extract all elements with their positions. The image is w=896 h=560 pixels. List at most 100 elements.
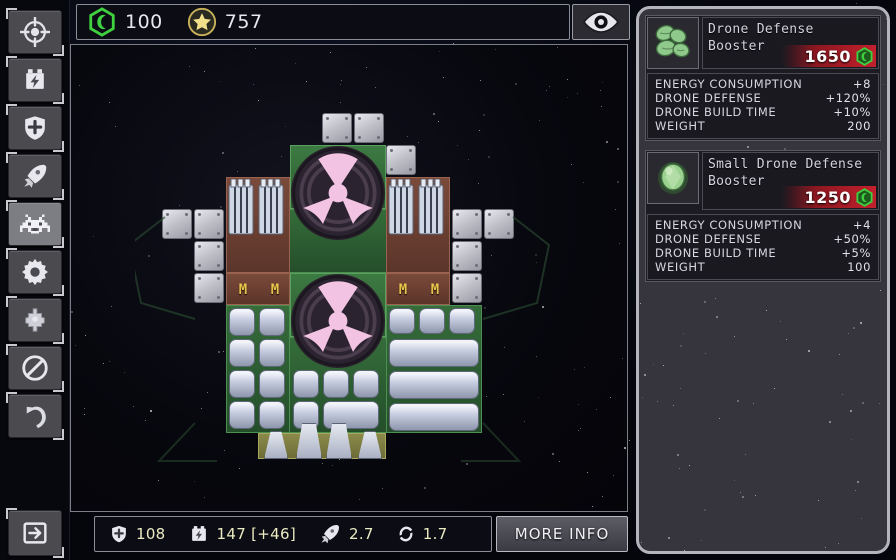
no-entry-icon — [22, 355, 48, 381]
sidebar-item-undo[interactable] — [6, 392, 64, 440]
ship-part-missile-bay[interactable]: M M — [226, 273, 290, 305]
sidebar-item-thrusters[interactable] — [6, 152, 64, 200]
ship-part-reactor[interactable] — [291, 274, 385, 368]
stat-label: WEIGHT — [655, 260, 706, 274]
space-invader-icon — [20, 214, 50, 234]
sidebar-item-drones[interactable] — [6, 200, 64, 248]
sidebar-item-remove[interactable] — [6, 344, 64, 392]
stat-row: WEIGHT 200 — [655, 119, 871, 133]
ship-part-fuel-tank[interactable] — [419, 308, 445, 334]
ship-part-fuel-tank[interactable] — [389, 308, 415, 334]
ship-design-viewport[interactable]: M M M M — [70, 44, 628, 512]
ship-part-fuel-tank[interactable] — [259, 401, 285, 429]
ship-part-armor-plate[interactable] — [194, 241, 224, 271]
ship-part-fuel-tank[interactable] — [259, 370, 285, 398]
ship-part-fuel-tank[interactable] — [229, 308, 255, 336]
shop-item-price-value: 1650 — [804, 46, 851, 66]
stat-value: 100 — [847, 260, 871, 274]
stat-row: DRONE DEFENSE +50% — [655, 232, 871, 246]
ship-part-fuel-tank[interactable] — [259, 308, 285, 336]
crosshair-target-icon — [20, 17, 50, 47]
radiation-icon — [292, 275, 384, 367]
stars-value: 757 — [224, 11, 263, 33]
drone-pods-icon — [647, 17, 699, 69]
ship-part-large-cylinder[interactable] — [389, 403, 479, 431]
ship-blueprint[interactable]: M M M M — [135, 113, 551, 462]
ship-part-armor-plate[interactable] — [194, 209, 224, 239]
ship-part-fuel-tank[interactable] — [293, 370, 319, 398]
shield-plus-icon — [112, 525, 126, 543]
rotate-icon — [399, 526, 413, 542]
ship-part-fuel-tank[interactable] — [229, 370, 255, 398]
stat-value: +4 — [852, 218, 871, 232]
top-resource-bar: 100 757 — [76, 4, 570, 40]
ship-part-armor-plate[interactable] — [386, 145, 416, 175]
ship-part-armor-plate[interactable] — [194, 273, 224, 303]
hex-crystal-icon — [856, 46, 873, 66]
ship-part-missile-cell[interactable]: M — [259, 274, 291, 306]
credits-value: 100 — [125, 11, 163, 33]
ship-part-missile-cell[interactable]: M — [227, 274, 259, 306]
ship-part-large-tank[interactable] — [323, 401, 379, 429]
exit-arrow-icon — [23, 522, 47, 544]
undo-arrow-icon — [26, 406, 46, 429]
ship-part-armor-plate[interactable] — [484, 209, 514, 239]
stat-label: DRONE DEFENSE — [655, 91, 762, 105]
stat-value: 200 — [847, 119, 871, 133]
exit-button[interactable] — [6, 508, 64, 558]
stat-hull-value: 108 — [136, 525, 166, 543]
shop-item-card[interactable]: Drone Defense Booster 1650 ENERGY CONSUM… — [645, 15, 881, 141]
more-info-button[interactable]: MORE INFO — [496, 516, 628, 552]
stat-label: DRONE DEFENSE — [655, 232, 762, 246]
resource-stars: 757 — [187, 7, 263, 37]
stat-label: WEIGHT — [655, 119, 706, 133]
missile-label: M — [398, 282, 408, 298]
sidebar-item-systems[interactable] — [6, 248, 64, 296]
stat-value: +10% — [833, 105, 871, 119]
ship-part-fuel-tank[interactable] — [229, 401, 255, 429]
ship-part-fuel-tank[interactable] — [449, 308, 475, 334]
stat-row: ENERGY CONSUMPTION +8 — [655, 77, 871, 91]
missile-label: M — [270, 282, 280, 298]
ship-part-missile-cell[interactable]: M — [419, 274, 451, 306]
ship-part-armor-plate[interactable] — [162, 209, 192, 239]
gear-icon — [22, 258, 48, 286]
ship-part-fuel-tank[interactable] — [353, 370, 379, 398]
stat-row: DRONE BUILD TIME +10% — [655, 105, 871, 119]
rocket-icon — [24, 164, 47, 188]
sidebar-item-power[interactable] — [6, 56, 64, 104]
sidebar-item-targeting[interactable] — [6, 8, 64, 56]
shop-item-card[interactable]: Small Drone Defense Booster 1250 ENERGY … — [645, 150, 881, 282]
drone-orb-icon — [647, 152, 699, 204]
rocket-icon — [321, 525, 339, 544]
sidebar-item-shield[interactable] — [6, 104, 64, 152]
ship-part-missile-cell[interactable]: M — [387, 274, 419, 306]
ship-part-fuel-tank[interactable] — [259, 339, 285, 367]
stat-hull: 108 — [109, 524, 166, 544]
stat-row: DRONE DEFENSE +120% — [655, 91, 871, 105]
missile-label: M — [430, 282, 440, 298]
stat-turning: 1.7 — [396, 524, 448, 544]
ship-part-armor-plate[interactable] — [452, 241, 482, 271]
resource-credits: 100 — [87, 7, 163, 37]
stat-energy: 147 [+46] — [188, 523, 296, 545]
ship-part-armor-plate[interactable] — [452, 209, 482, 239]
ship-part-fuel-tank[interactable] — [323, 370, 349, 398]
shop-item-title-box: Drone Defense Booster 1650 — [702, 17, 879, 69]
ship-module-icon — [25, 308, 45, 332]
ship-part-armor-plate[interactable] — [322, 113, 352, 143]
ship-part-fuel-tank[interactable] — [229, 339, 255, 367]
ship-part-armor-plate[interactable] — [452, 273, 482, 303]
cannon-barrels-left-icon — [228, 179, 284, 235]
shop-item-title-box: Small Drone Defense Booster 1250 — [702, 152, 879, 210]
ship-part-armor-plate[interactable] — [354, 113, 384, 143]
ship-part-reactor[interactable] — [291, 146, 385, 240]
sidebar-item-modules[interactable] — [6, 296, 64, 344]
view-toggle-button[interactable] — [572, 4, 630, 40]
ship-part-large-cylinder[interactable] — [389, 339, 479, 367]
hex-crystal-icon — [856, 187, 873, 207]
stat-row: WEIGHT 100 — [655, 260, 871, 274]
ship-part-large-cylinder[interactable] — [389, 371, 479, 399]
shop-item-stats: ENERGY CONSUMPTION +8 DRONE DEFENSE +120… — [647, 73, 879, 139]
ship-part-missile-bay[interactable]: M M — [386, 273, 450, 305]
